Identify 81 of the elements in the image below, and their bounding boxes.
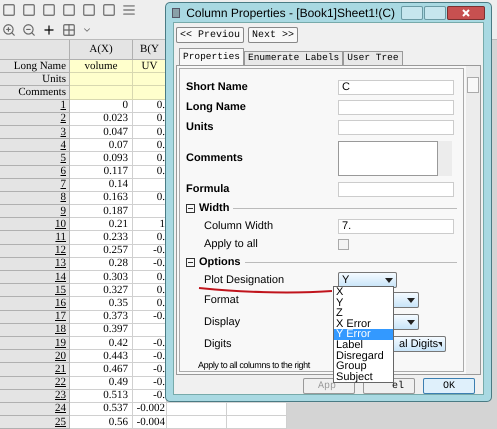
row-number: 23 (55, 390, 66, 402)
table-cell: 0.093 (70, 152, 133, 166)
row-number: 14 (55, 272, 66, 283)
field-label: Long Name (186, 100, 247, 115)
field-label: Column Width (204, 218, 274, 234)
row-number: 1 (60, 100, 66, 112)
table-cell: 0 (70, 100, 133, 113)
row-number: 20 (55, 350, 66, 362)
table-cell: 0.023 (70, 112, 133, 126)
row-number: 9 (60, 206, 66, 217)
table-cell: 0.187 (70, 205, 133, 218)
table-cell: 0.047 (70, 126, 133, 140)
label-cell: UV (133, 60, 167, 74)
row-number: 4 (60, 140, 66, 151)
field-label: Formula (186, 182, 230, 197)
table-cell: 0.42 (70, 336, 133, 350)
table-cell: 0.163 (70, 192, 133, 206)
field-label: Units (186, 120, 214, 135)
row-number: 5 (60, 152, 66, 164)
table-cell: 0.303 (70, 271, 133, 284)
table-cell: 0.49 (70, 376, 133, 390)
table-cell: 0.373 (70, 310, 133, 324)
table-cell: 0. (133, 271, 167, 284)
row-number: 21 (55, 364, 66, 375)
table-cell: -0. (133, 363, 167, 376)
table-cell: 0.257 (70, 244, 133, 258)
table-cell: 0. (133, 284, 167, 298)
row-number: 11 (55, 232, 66, 244)
row-number: 17 (55, 311, 66, 322)
table-cell: 0.56 (70, 416, 133, 429)
table-cell: 0. (133, 297, 167, 311)
field-label: Comments (186, 150, 244, 166)
table-cell: 0.513 (70, 390, 133, 403)
table-cell: 0.327 (70, 284, 133, 298)
table-cell: 0.397 (70, 324, 133, 337)
table-cell: 0.537 (70, 402, 133, 416)
label-cell: volume (70, 60, 133, 74)
table-cell: 0.28 (70, 258, 133, 271)
row-number: 25 (55, 416, 66, 428)
table-cell: 0.443 (70, 350, 133, 364)
row-number: 7 (60, 179, 66, 190)
field-label: Apply to all columns to the right (198, 359, 310, 372)
row-number: 13 (55, 258, 66, 270)
table-cell: 0.21 (70, 218, 133, 232)
row-label: Units (0, 73, 70, 86)
table-cell: 0. (133, 152, 167, 166)
row-number: 10 (55, 218, 66, 230)
row-number: 19 (55, 338, 66, 349)
row-label: Comments (0, 86, 70, 100)
row-label: Long Name (0, 60, 70, 74)
field-label: Format (204, 292, 240, 308)
section-title: Options (199, 254, 241, 270)
table-cell: 0. (133, 231, 167, 245)
table-cell: 0. (133, 139, 167, 152)
window-title: Column Properties - [Book1]Sheet1!(C) (186, 4, 395, 22)
table-cell: -0.004 (133, 416, 167, 429)
section-title: Width (199, 200, 230, 216)
row-number: 16 (55, 298, 66, 309)
field-label: Display (204, 314, 242, 330)
row-number: 2 (60, 113, 66, 124)
table-cell: 0.07 (70, 139, 133, 152)
table-cell: -0. (133, 350, 167, 364)
field-label: Plot Designation (204, 272, 286, 288)
row-number: 15 (55, 284, 66, 296)
row-number: 12 (55, 245, 66, 256)
field-label: Apply to all (204, 236, 259, 252)
row-number: 3 (60, 126, 66, 138)
row-number: 6 (60, 166, 66, 178)
field-label: Short Name (186, 80, 249, 95)
table-cell: -0.002 (133, 402, 167, 416)
table-cell: 1 (133, 218, 167, 232)
table-cell: 0.467 (70, 363, 133, 376)
table-cell: 0.35 (70, 297, 133, 311)
table-cell: 0.233 (70, 231, 133, 245)
row-number: 22 (55, 377, 66, 388)
table-cell: 0.117 (70, 166, 133, 179)
field-label: Digits (204, 336, 233, 352)
row-number: 18 (55, 324, 66, 336)
row-number: 24 (55, 403, 66, 414)
table-cell: 0.14 (70, 178, 133, 192)
row-number: 8 (60, 192, 66, 204)
